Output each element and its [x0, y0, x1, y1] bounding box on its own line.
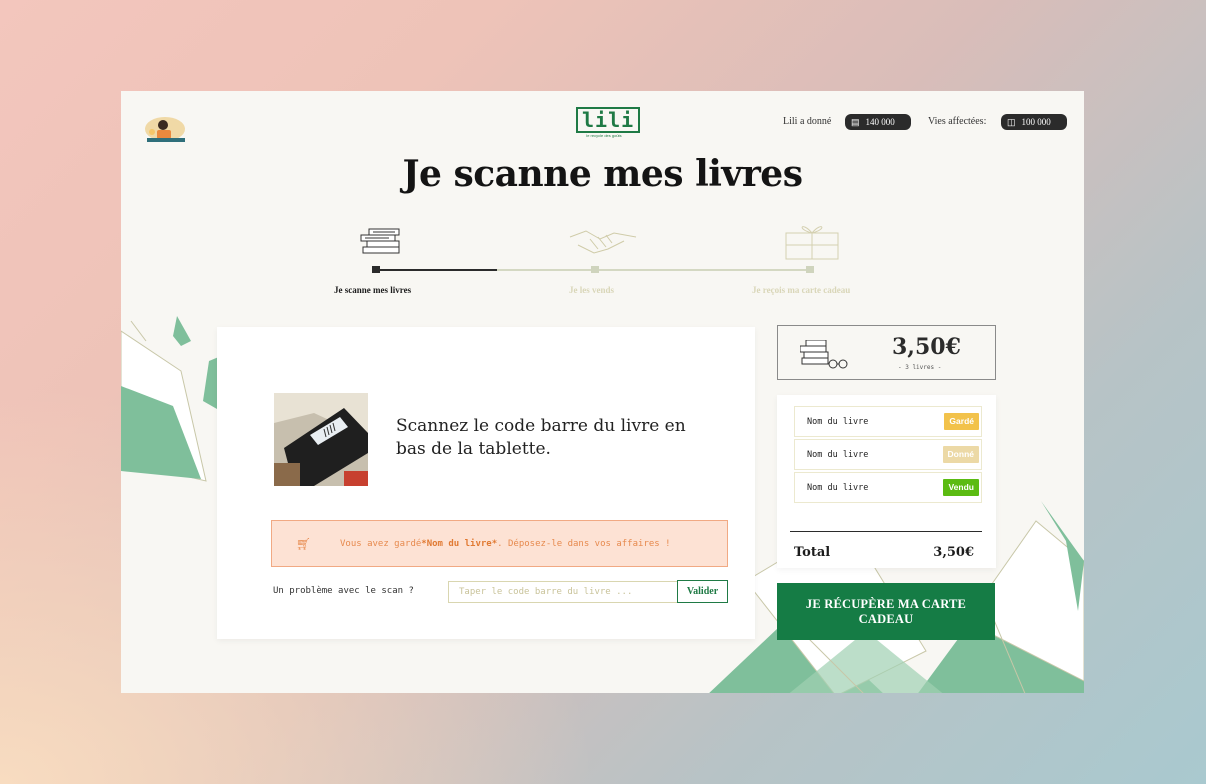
book-row[interactable]: Nom du livre Gardé	[794, 406, 982, 437]
step-line-pending	[497, 269, 811, 271]
step-dot-1	[372, 266, 380, 273]
handshake-icon	[568, 227, 638, 265]
alert-suffix: . Déposez-le dans vos affaires !	[497, 538, 671, 549]
alert-prefix: Vous avez gardé	[340, 538, 422, 549]
lili-logo[interactable]: lili le recycle des goûts	[576, 107, 641, 141]
lives-label: Vies affectées:	[928, 116, 987, 127]
step-dot-3	[806, 266, 814, 273]
step-label-sell[interactable]: Je les vends	[569, 285, 614, 295]
alert-book-name: *Nom du livre*	[421, 538, 498, 549]
chair-icon: ◫	[1007, 117, 1016, 127]
status-badge-kept: Gardé	[944, 413, 979, 430]
logo-text: lili	[576, 107, 641, 133]
decorative-book-left	[121, 311, 231, 491]
total-divider	[790, 531, 982, 532]
book-name: Nom du livre	[807, 449, 869, 460]
books-icon	[359, 227, 405, 259]
book-row[interactable]: Nom du livre Vendu	[794, 472, 982, 503]
get-gift-card-button[interactable]: JE RÉCUPÈRE MA CARTE CADEAU	[777, 583, 995, 640]
step-label-giftcard[interactable]: Je reçois ma carte cadeau	[752, 285, 850, 295]
book-name: Nom du livre	[807, 416, 869, 427]
summary-book-list: Nom du livre Gardé Nom du livre Donné No…	[777, 395, 996, 568]
donated-value: 140 000	[865, 117, 895, 127]
scan-problem-label: Un problème avec le scan ?	[273, 586, 414, 596]
gift-icon	[782, 221, 842, 265]
lives-value: 100 000	[1021, 117, 1051, 127]
total-label: Total	[794, 545, 831, 560]
app-page: lili le recycle des goûts Lili a donné ▤…	[121, 91, 1084, 693]
cart-icon: 🛒︎	[296, 536, 312, 551]
step-line-done	[377, 269, 497, 271]
book-name: Nom du livre	[807, 482, 869, 493]
logo-tagline: le recycle des goûts	[586, 133, 622, 138]
step-label-scan[interactable]: Je scanne mes livres	[334, 285, 411, 295]
summary-book-count: - 3 livres -	[898, 364, 942, 371]
page-title: Je scanne mes livres	[402, 153, 803, 195]
status-badge-sold: Vendu	[943, 479, 979, 496]
lives-badge: ◫ 100 000	[1001, 114, 1067, 130]
validate-button[interactable]: Valider	[677, 580, 728, 603]
scan-instruction: Scannez le code barre du livre en bas de…	[396, 416, 686, 459]
donated-label: Lili a donné	[783, 116, 832, 127]
step-dot-2	[591, 266, 599, 273]
book-icon: ▤	[851, 117, 860, 127]
book-row[interactable]: Nom du livre Donné	[794, 439, 982, 470]
total-value: 3,50€	[933, 545, 974, 560]
summary-amount: 3,50€	[892, 334, 961, 360]
kept-book-alert: 🛒︎ Vous avez gardé *Nom du livre* . Dépo…	[271, 520, 728, 567]
donated-badge: ▤ 140 000	[845, 114, 911, 130]
reader-illustration	[143, 113, 191, 143]
status-badge-donated: Donné	[942, 446, 979, 463]
barcode-input[interactable]	[448, 581, 678, 603]
tablet-scan-photo	[274, 393, 368, 486]
summary-amount-box: 3,50€ - 3 livres -	[777, 325, 996, 380]
scan-card: Scannez le code barre du livre en bas de…	[217, 327, 755, 639]
books-glasses-icon	[799, 339, 850, 374]
